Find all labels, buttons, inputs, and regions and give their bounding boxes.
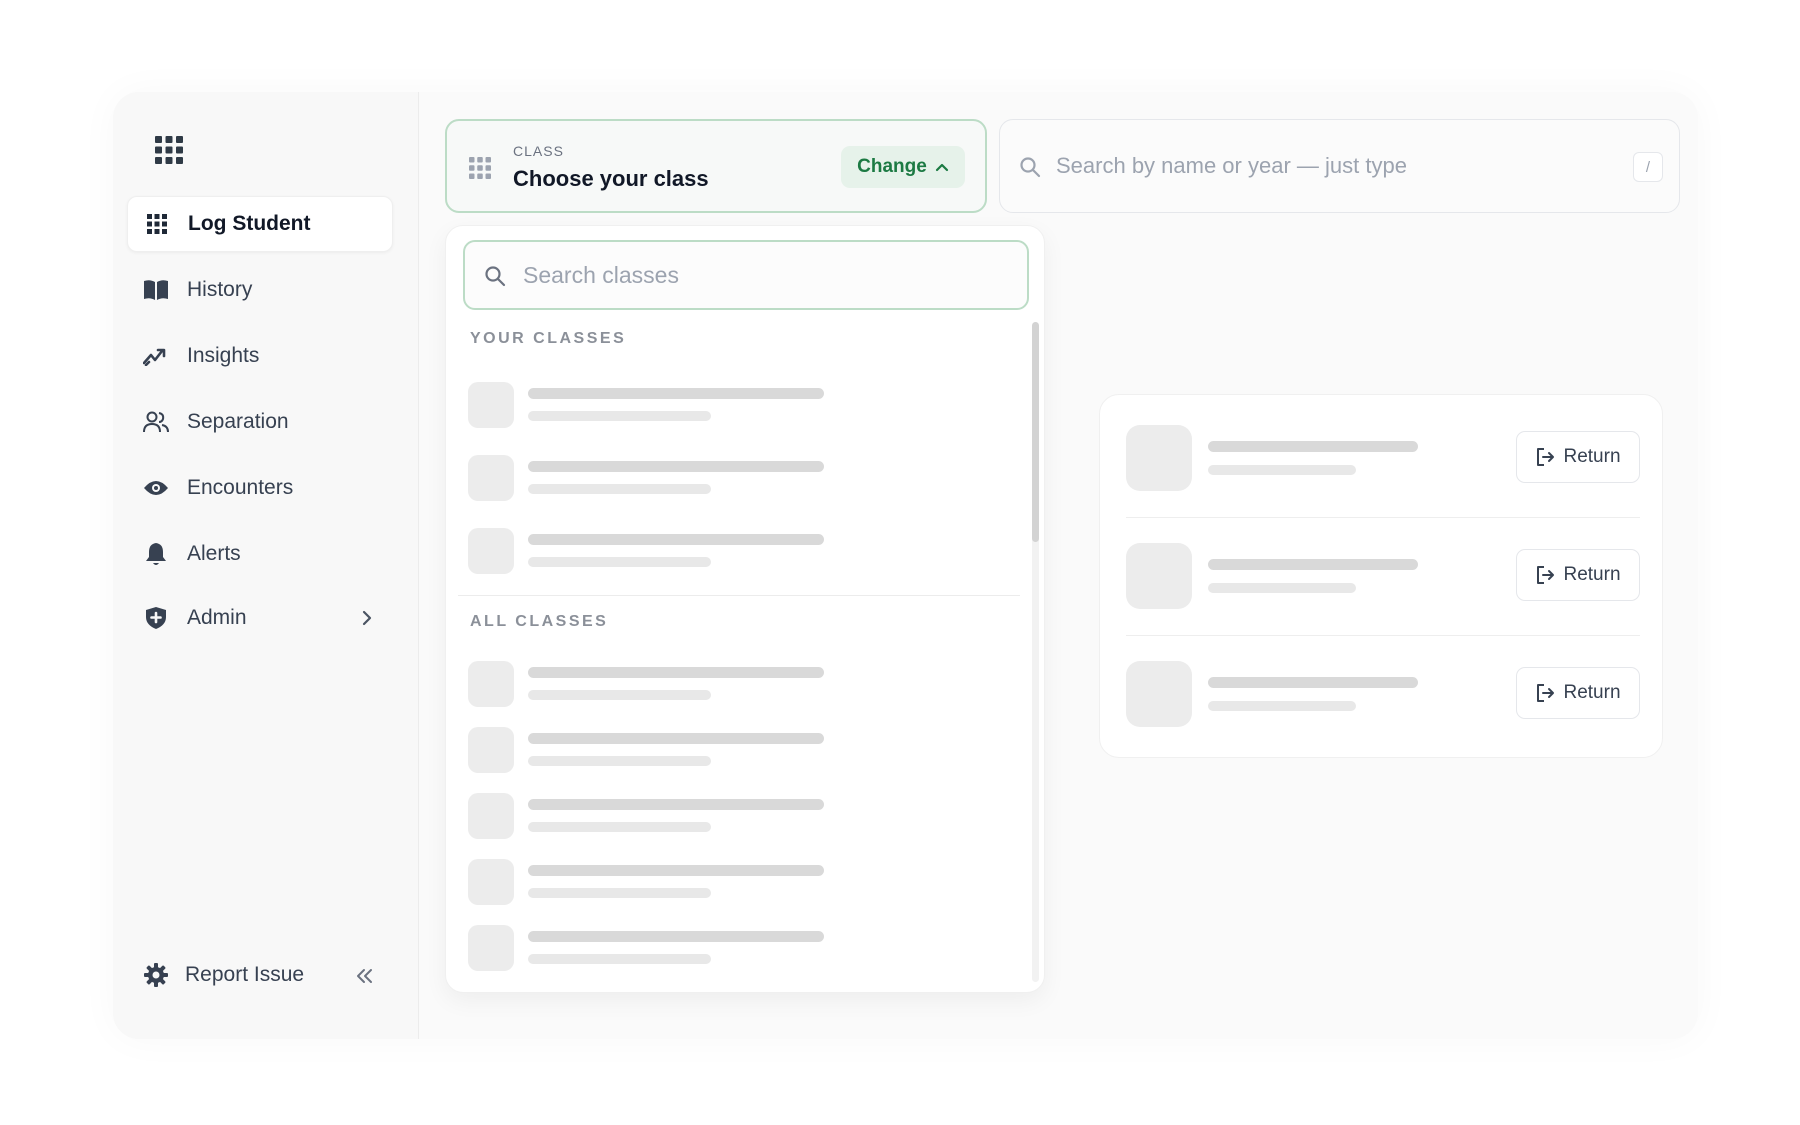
gear-icon bbox=[143, 962, 169, 988]
return-label: Return bbox=[1563, 446, 1621, 467]
collapse-sidebar-icon[interactable] bbox=[353, 965, 375, 987]
report-issue-link[interactable]: Report Issue bbox=[143, 962, 304, 988]
list-item[interactable] bbox=[468, 661, 888, 707]
keyboard-shortcut-hint: / bbox=[1633, 152, 1663, 182]
book-icon bbox=[143, 277, 169, 303]
chevron-up-icon bbox=[935, 163, 948, 172]
table-row: Return bbox=[1126, 543, 1640, 609]
sidebar-item-history[interactable]: History bbox=[127, 262, 393, 318]
list-item[interactable] bbox=[468, 727, 888, 773]
class-grid-icon bbox=[469, 157, 491, 179]
student-search-input[interactable]: Search by name or year — just type / bbox=[999, 119, 1680, 213]
sidebar-item-log-student[interactable]: Log Student bbox=[127, 196, 393, 252]
row-divider bbox=[1126, 635, 1640, 636]
class-dropdown: Search classes YOUR CLASSES ALL CLASSES bbox=[445, 225, 1045, 993]
class-search-placeholder: Search classes bbox=[523, 262, 679, 288]
users-icon bbox=[143, 409, 169, 435]
list-item[interactable] bbox=[468, 455, 888, 501]
class-kicker: CLASS bbox=[513, 143, 564, 159]
change-class-button[interactable]: Change bbox=[841, 146, 965, 188]
sidebar-item-label: Encounters bbox=[187, 476, 294, 499]
list-item[interactable] bbox=[468, 793, 888, 839]
change-label: Change bbox=[857, 156, 927, 177]
table-row: Return bbox=[1126, 661, 1640, 727]
sidebar: Log Student History Insights Separation bbox=[113, 92, 419, 1039]
report-issue-label: Report Issue bbox=[185, 963, 305, 986]
table-row: Return bbox=[1126, 425, 1640, 491]
sidebar-item-label: Separation bbox=[187, 410, 289, 433]
return-button[interactable]: Return bbox=[1516, 431, 1640, 483]
dropdown-scrollbar[interactable] bbox=[1032, 322, 1039, 982]
list-item[interactable] bbox=[468, 382, 888, 428]
sidebar-item-admin[interactable]: Admin bbox=[127, 590, 393, 646]
sidebar-item-label: Log Student bbox=[188, 212, 311, 235]
sidebar-item-label: Insights bbox=[187, 344, 260, 367]
return-icon bbox=[1537, 448, 1555, 466]
sidebar-item-label: History bbox=[187, 278, 253, 301]
all-classes-label: ALL CLASSES bbox=[470, 613, 609, 630]
app-logo-grid-icon[interactable] bbox=[155, 136, 183, 164]
sidebar-item-insights[interactable]: Insights bbox=[127, 328, 393, 384]
chevron-right-icon bbox=[362, 610, 372, 626]
sidebar-item-label: Alerts bbox=[187, 542, 241, 565]
trend-icon bbox=[143, 343, 169, 369]
sidebar-item-encounters[interactable]: Encounters bbox=[127, 460, 393, 516]
sidebar-item-separation[interactable]: Separation bbox=[127, 394, 393, 450]
return-icon bbox=[1537, 684, 1555, 702]
returns-card: Return Return Return bbox=[1099, 394, 1663, 758]
class-title: Choose your class bbox=[513, 166, 709, 191]
scrollbar-thumb[interactable] bbox=[1032, 322, 1039, 542]
sidebar-item-label: Admin bbox=[187, 606, 247, 629]
list-item[interactable] bbox=[468, 859, 888, 905]
list-item[interactable] bbox=[468, 528, 888, 574]
app-window: Log Student History Insights Separation bbox=[113, 92, 1698, 1039]
class-search-input[interactable]: Search classes bbox=[463, 240, 1029, 310]
search-icon bbox=[485, 266, 506, 287]
search-icon bbox=[1020, 157, 1041, 178]
return-button[interactable]: Return bbox=[1516, 549, 1640, 601]
return-label: Return bbox=[1563, 564, 1621, 585]
section-divider bbox=[458, 595, 1020, 596]
your-classes-label: YOUR CLASSES bbox=[470, 330, 627, 347]
return-label: Return bbox=[1563, 682, 1621, 703]
shield-icon bbox=[143, 605, 169, 631]
eye-icon bbox=[143, 475, 169, 501]
grid-icon bbox=[144, 211, 170, 237]
class-selector[interactable]: CLASS Choose your class Change bbox=[445, 119, 987, 213]
return-button[interactable]: Return bbox=[1516, 667, 1640, 719]
bell-icon bbox=[143, 541, 169, 567]
return-icon bbox=[1537, 566, 1555, 584]
list-item[interactable] bbox=[468, 925, 888, 971]
row-divider bbox=[1126, 517, 1640, 518]
student-search-placeholder: Search by name or year — just type bbox=[1056, 153, 1407, 178]
sidebar-item-alerts[interactable]: Alerts bbox=[127, 526, 393, 582]
